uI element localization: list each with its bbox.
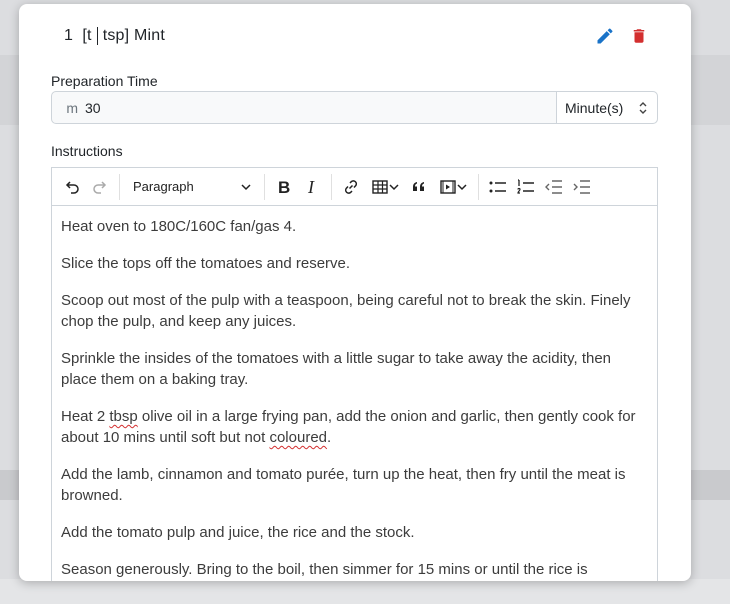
italic-icon: I: [307, 178, 315, 196]
insert-media-button[interactable]: [433, 173, 473, 201]
ingredient-unit-a: [t: [82, 27, 92, 45]
editor-content[interactable]: Heat oven to 180C/160C fan/gas 4. Slice …: [52, 206, 657, 580]
misspelled-word: tbsp: [109, 408, 138, 425]
minutes-prefix: m: [66, 99, 78, 116]
link-button[interactable]: [337, 173, 365, 201]
edit-ingredient-button[interactable]: [593, 24, 617, 48]
bold-button[interactable]: B: [270, 173, 298, 201]
chevron-down-icon: [457, 183, 467, 190]
indent-button[interactable]: [568, 173, 596, 201]
delete-ingredient-button[interactable]: [627, 24, 651, 48]
preparation-time-group: m Minute(s): [51, 91, 658, 124]
table-icon: [372, 179, 388, 194]
instructions-editor: Paragraph B I Heat oven to 180C/160C fan…: [51, 167, 658, 581]
bulleted-list-icon: [489, 181, 506, 192]
time-unit-value: Minute(s): [565, 99, 624, 116]
block-format-value: Paragraph: [133, 179, 194, 194]
numbered-list-button[interactable]: [512, 173, 540, 201]
ingredient-quantity: 1: [64, 27, 74, 45]
instruction-paragraph: Season generously. Bring to the boil, th…: [61, 561, 588, 578]
svg-text:B: B: [278, 178, 290, 196]
undo-icon: [65, 180, 79, 194]
select-arrows-icon: [639, 101, 647, 114]
redo-button[interactable]: [86, 173, 114, 201]
ingredient-actions: [593, 24, 651, 48]
numbered-list-icon: [517, 178, 534, 194]
time-unit-select[interactable]: Minute(s): [556, 92, 657, 123]
media-icon: [440, 179, 456, 194]
preparation-time-input[interactable]: [82, 92, 556, 123]
ingredient-name: Mint: [133, 27, 165, 45]
pencil-icon: [597, 28, 613, 44]
ingredient-text: 1 [t tsp] Mint: [64, 26, 165, 45]
link-icon: [344, 179, 358, 194]
quote-icon: [413, 181, 424, 191]
editor-toolbar: Paragraph B I: [52, 168, 657, 206]
preparation-time-label: Preparation Time: [51, 73, 158, 89]
indent-icon: [573, 179, 590, 194]
instructions-label: Instructions: [51, 143, 123, 159]
insert-table-button[interactable]: [365, 173, 405, 201]
instruction-paragraph: Sprinkle the insides of the tomatoes wit…: [61, 350, 612, 388]
blockquote-button[interactable]: [405, 173, 433, 201]
instruction-paragraph: Slice the tops off the tomatoes and rese…: [61, 255, 351, 272]
recipe-edit-modal: 1 [t tsp] Mint Preparation Time m Minute(…: [19, 4, 691, 581]
instruction-paragraph: Heat oven to 180C/160C fan/gas 4.: [61, 218, 297, 235]
ingredient-unit-b: tsp]: [102, 27, 130, 45]
instruction-paragraph: Heat 2 tbsp olive oil in a large frying …: [61, 408, 636, 446]
chevron-down-icon: [241, 183, 251, 190]
misspelled-word: coloured: [269, 429, 328, 446]
bold-icon: B: [278, 178, 290, 196]
block-format-select[interactable]: Paragraph: [125, 173, 259, 201]
outdent-button[interactable]: [540, 173, 568, 201]
redo-icon: [93, 180, 107, 194]
unit-divider: [96, 26, 98, 45]
instruction-paragraph: Scoop out most of the pulp with a teaspo…: [61, 292, 631, 330]
undo-button[interactable]: [58, 173, 86, 201]
instruction-paragraph: Add the lamb, cinnamon and tomato purée,…: [61, 466, 626, 504]
chevron-down-icon: [389, 183, 399, 190]
ingredient-row: 1 [t tsp] Mint: [64, 22, 651, 50]
italic-button[interactable]: I: [298, 173, 326, 201]
svg-text:I: I: [307, 178, 315, 196]
trash-icon: [633, 29, 645, 43]
outdent-icon: [545, 179, 562, 194]
instruction-paragraph: Add the tomato pulp and juice, the rice …: [61, 524, 415, 541]
bulleted-list-button[interactable]: [484, 173, 512, 201]
